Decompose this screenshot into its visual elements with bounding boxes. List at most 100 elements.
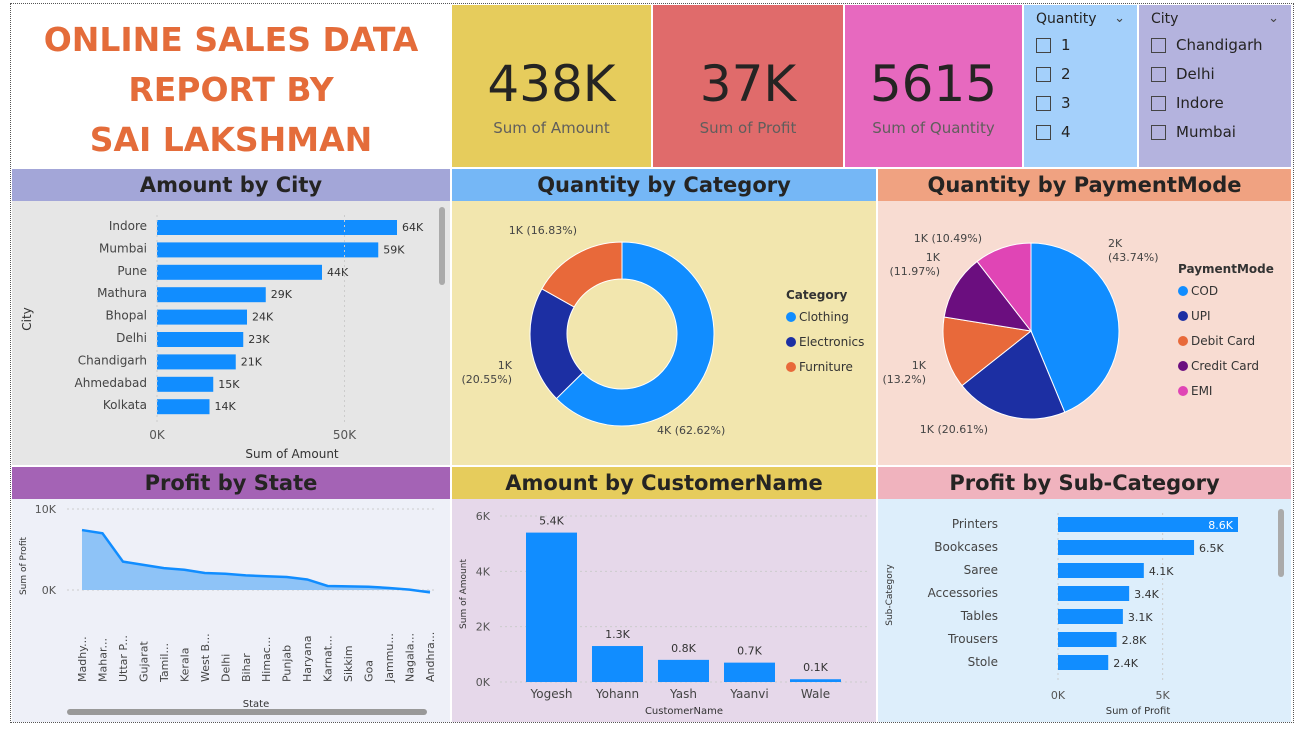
axis-tick-label: Indore xyxy=(109,219,147,233)
axis-tick-label: Mathura xyxy=(97,286,147,300)
data-label: (13.2%) xyxy=(882,373,926,386)
axis-tick-label: Kolkata xyxy=(103,398,147,412)
axis-tick-label: Haryana xyxy=(301,636,314,683)
legend-marker[interactable] xyxy=(1178,336,1188,346)
profit-by-subcategory-chart[interactable]: 0K 5K Printers 8.6K Bookcases 6.5K Saree 4.1K Ac… xyxy=(878,499,1291,722)
bar-mark[interactable] xyxy=(1058,609,1123,624)
checkbox[interactable] xyxy=(1151,95,1166,111)
bar-mark[interactable] xyxy=(157,399,210,415)
legend-marker[interactable] xyxy=(1178,361,1188,371)
quantity-by-paymentmode-panel[interactable]: Quantity by PaymentMode 2K (43.74%) 1K (20… xyxy=(878,169,1291,465)
slicer-option[interactable]: 4 xyxy=(1036,123,1071,141)
bar-mark[interactable] xyxy=(157,242,379,258)
profit-by-state-chart[interactable]: 0K 10K Madhy... Mahar... Uttar P... Gujarat Ta… xyxy=(12,499,450,722)
legend-marker[interactable] xyxy=(786,312,796,322)
report-title-line-2: REPORT BY xyxy=(128,70,334,109)
legend-marker[interactable] xyxy=(1178,286,1188,296)
legend-marker[interactable] xyxy=(1178,386,1188,396)
data-label: 1K xyxy=(498,359,513,372)
bar-mark[interactable] xyxy=(157,220,397,235)
bar-mark[interactable] xyxy=(1058,540,1195,555)
axis-tick-label: Tables xyxy=(960,609,998,623)
bar-mark[interactable] xyxy=(157,287,266,303)
quantity-by-category-chart[interactable]: 4K (62.62%) 1K(20.55%) 1K (16.83%) Category… xyxy=(452,201,876,465)
bar-mark[interactable] xyxy=(592,646,643,682)
x-axis-title: Sum of Profit xyxy=(1106,706,1171,717)
checkbox[interactable] xyxy=(1036,37,1051,53)
amount-by-customername-panel[interactable]: Amount by CustomerName 0K 2K 4K 6K 5.4K Yoges… xyxy=(452,467,876,722)
legend-item: Credit Card xyxy=(1191,359,1259,373)
quantity-by-paymentmode-chart[interactable]: 2K(43.74%)1K (20.61%)1K(13.2%)1K(11.97%)… xyxy=(878,201,1291,465)
city-slicer[interactable]: City ⌄ Chandigarh Delhi Indore Mumbai xyxy=(1139,5,1291,167)
slicer-option[interactable]: 1 xyxy=(1036,36,1071,54)
bar-mark[interactable] xyxy=(790,679,841,682)
amount-by-customername-chart[interactable]: 0K 2K 4K 6K 5.4K Yogesh 1.3K Yohann 0.8K Yash 0.7K… xyxy=(452,499,876,722)
slicer-option[interactable]: Mumbai xyxy=(1151,123,1236,141)
report-title-line-1: ONLINE SALES DATA xyxy=(43,20,419,59)
axis-tick-label: 5K xyxy=(1156,689,1171,702)
legend-title: PaymentMode xyxy=(1178,262,1274,276)
data-label: (43.74%) xyxy=(1108,251,1159,264)
report-title-line-3: SAI LAKSHMAN xyxy=(89,120,373,159)
area-mark[interactable] xyxy=(82,530,430,593)
data-label: 3.1K xyxy=(1128,611,1153,624)
axis-tick-label: 2K xyxy=(476,621,491,634)
bar-mark[interactable] xyxy=(1058,563,1144,578)
quantity-slicer[interactable]: Quantity ⌄ 1 2 3 4 xyxy=(1024,5,1137,167)
legend-marker[interactable] xyxy=(786,362,796,372)
chevron-down-icon[interactable]: ⌄ xyxy=(1114,11,1125,26)
checkbox[interactable] xyxy=(1151,124,1166,140)
legend-marker[interactable] xyxy=(1178,311,1188,321)
bar-mark[interactable] xyxy=(157,376,214,392)
axis-tick-label: Tamil... xyxy=(158,643,171,683)
kpi-card-quantity[interactable]: 5615 Sum of Quantity xyxy=(845,5,1022,167)
kpi-card-profit[interactable]: 37K Sum of Profit xyxy=(653,5,843,167)
checkbox[interactable] xyxy=(1036,95,1051,111)
profit-by-subcategory-panel[interactable]: Profit by Sub-Category 0K 5K Printers 8.6K B… xyxy=(878,467,1291,722)
data-label: 1K (20.61%) xyxy=(920,423,988,436)
kpi-card-amount[interactable]: 438K Sum of Amount xyxy=(452,5,651,167)
axis-tick-label: Stole xyxy=(968,655,998,669)
checkbox[interactable] xyxy=(1151,66,1166,82)
legend-marker[interactable] xyxy=(786,337,796,347)
quantity-by-category-panel[interactable]: Quantity by Category 4K (62.62%) 1K (20.55… xyxy=(452,169,876,465)
chart-title: Amount by City xyxy=(12,169,450,201)
bar-mark[interactable] xyxy=(1058,655,1109,670)
slicer-option-label: 3 xyxy=(1061,94,1071,112)
data-label: 24K xyxy=(252,311,274,324)
y-axis-title: City xyxy=(20,307,34,331)
x-axis-title: Sum of Amount xyxy=(245,447,339,461)
slicer-option[interactable]: Delhi xyxy=(1151,65,1215,83)
slicer-option[interactable]: Indore xyxy=(1151,94,1224,112)
slicer-option[interactable]: Chandigarh xyxy=(1151,36,1263,54)
axis-tick-label: Wale xyxy=(801,687,830,701)
checkbox[interactable] xyxy=(1036,124,1051,140)
amount-by-city-chart[interactable]: Indore 64K Mumbai 59K Pune 44K Mathura 29K Bhopa… xyxy=(12,201,450,465)
slicer-option[interactable]: 2 xyxy=(1036,65,1071,83)
axis-tick-label: Printers xyxy=(952,517,998,531)
axis-tick-label: Delhi xyxy=(219,654,232,682)
chevron-down-icon[interactable]: ⌄ xyxy=(1268,11,1279,26)
checkbox[interactable] xyxy=(1036,66,1051,82)
bar-mark[interactable] xyxy=(1058,632,1117,647)
legend-item: Furniture xyxy=(799,360,853,374)
bar-mark[interactable] xyxy=(157,264,322,280)
axis-tick-label: Yohann xyxy=(595,687,639,701)
axis-tick-label: Goa xyxy=(363,660,376,682)
profit-by-state-panel[interactable]: Profit by State 0K 10K Madhy... Mahar... Utt… xyxy=(12,467,450,722)
slicer-option[interactable]: 3 xyxy=(1036,94,1071,112)
bar-mark[interactable] xyxy=(658,659,709,682)
axis-tick-label: 0K xyxy=(42,584,57,597)
bar-mark[interactable] xyxy=(157,354,236,370)
axis-tick-label: Pune xyxy=(117,264,147,278)
checkbox[interactable] xyxy=(1151,37,1166,53)
bar-mark[interactable] xyxy=(724,662,775,682)
axis-tick-label: Punjab xyxy=(281,645,294,682)
amount-by-city-panel[interactable]: Amount by City Indore 64K Mumbai 59K Pune 44K… xyxy=(12,169,450,465)
bar-mark[interactable] xyxy=(157,332,244,347)
bar-mark[interactable] xyxy=(157,309,247,325)
kpi-label: Sum of Profit xyxy=(699,119,797,137)
bar-mark[interactable] xyxy=(1058,586,1130,601)
bar-mark[interactable] xyxy=(526,532,577,682)
axis-tick-label: Bihar xyxy=(240,653,253,682)
